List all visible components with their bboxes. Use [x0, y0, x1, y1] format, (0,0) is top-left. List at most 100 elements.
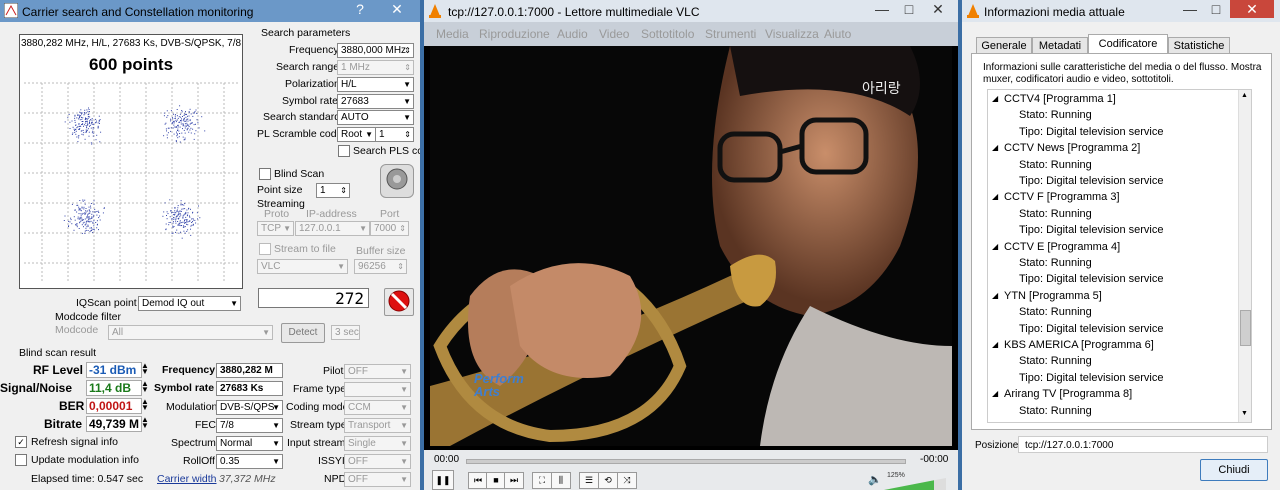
- expand-arrow-icon[interactable]: ◢: [992, 340, 998, 349]
- stream-target-select[interactable]: VLC ▼: [257, 259, 348, 274]
- scan-button[interactable]: [380, 164, 414, 198]
- close-dialog-button[interactable]: Chiudi: [1200, 459, 1268, 481]
- tree-scrollbar[interactable]: ▲ ▼: [1238, 90, 1251, 422]
- menu-strumenti[interactable]: Strumenti: [705, 27, 756, 41]
- scrollbar-thumb[interactable]: [1240, 310, 1251, 346]
- position-field[interactable]: tcp://127.0.0.1:7000: [1018, 436, 1268, 453]
- pilot-select[interactable]: OFF ▼: [344, 364, 411, 379]
- speaker-icon[interactable]: 🔈: [868, 473, 882, 486]
- close-button[interactable]: ✕: [1230, 0, 1274, 18]
- refresh-signal-checkbox[interactable]: ✓: [15, 436, 27, 448]
- stream-type-select[interactable]: Transport ▼: [344, 418, 411, 433]
- tree-program-name[interactable]: CCTV News [Programma 2]: [1004, 142, 1140, 154]
- ip-select[interactable]: 127.0.0.1 ▼: [295, 221, 370, 236]
- expand-arrow-icon[interactable]: ◢: [992, 192, 998, 201]
- menu-video[interactable]: Video: [599, 27, 629, 41]
- tree-program-name[interactable]: Arirang TV [Programma 8]: [1004, 388, 1132, 400]
- loop-button[interactable]: ⟲: [598, 472, 618, 489]
- coding-mode-select[interactable]: CCM ▼: [344, 400, 411, 415]
- menu-visualizza[interactable]: Visualizza: [765, 27, 819, 41]
- maximize-button[interactable]: □: [1204, 0, 1228, 18]
- fullscreen-button[interactable]: ⛶: [532, 472, 552, 489]
- port-input[interactable]: 7000 ⇕: [370, 221, 409, 236]
- tree-program-name[interactable]: YTN [Programma 5]: [1004, 290, 1102, 302]
- npd-select[interactable]: OFF ▼: [344, 472, 411, 487]
- buffer-size-input[interactable]: 96256 ⇕: [354, 259, 407, 274]
- constellation-point: [166, 110, 168, 112]
- playlist-button[interactable]: ☰: [579, 472, 599, 489]
- spin-icon[interactable]: ▲ ▼: [141, 398, 149, 412]
- spectrum-select[interactable]: Normal ▼: [216, 436, 283, 451]
- expand-arrow-icon[interactable]: ◢: [992, 389, 998, 398]
- expand-arrow-icon[interactable]: ◢: [992, 242, 998, 251]
- tree-program-name[interactable]: CCTV F [Programma 3]: [1004, 191, 1120, 203]
- rolloff-select[interactable]: 0.35 ▼: [216, 454, 283, 469]
- polarization-select[interactable]: H/L ▼: [337, 77, 414, 92]
- frequency-input[interactable]: 3880,000 MHz ⇕: [337, 43, 414, 58]
- minimize-button[interactable]: —: [1178, 0, 1202, 18]
- update-modulation-checkbox[interactable]: [15, 454, 27, 466]
- tree-program-name[interactable]: CCTV E [Programma 4]: [1004, 241, 1120, 253]
- modulation-select[interactable]: DVB-S/QPS ▼: [216, 400, 283, 415]
- constellation-point: [189, 215, 190, 217]
- input-stream-select[interactable]: Single ▼: [344, 436, 411, 451]
- menu-audio[interactable]: Audio: [557, 27, 588, 41]
- pl-scramble-select[interactable]: Root ▼: [337, 127, 376, 142]
- search-standard-select[interactable]: AUTO ▼: [337, 110, 414, 125]
- tree-program-name[interactable]: CCTV4 [Programma 1]: [1004, 93, 1116, 105]
- detect-button[interactable]: Detect: [281, 323, 325, 343]
- menu-sottotitolo[interactable]: Sottotitolo: [641, 27, 694, 41]
- seek-bar[interactable]: [466, 459, 906, 464]
- iqscan-select[interactable]: Demod IQ out ▼: [138, 296, 241, 311]
- constellation-point: [175, 119, 177, 121]
- detect-time-select[interactable]: 3 sec: [331, 325, 360, 340]
- carrier-width-label[interactable]: Carrier width: [157, 473, 217, 485]
- next-button[interactable]: ⏭: [504, 472, 524, 489]
- search-range-input[interactable]: 1 MHz ⇕: [337, 60, 414, 75]
- expand-arrow-icon[interactable]: ◢: [992, 94, 998, 103]
- search-pls-checkbox[interactable]: [338, 145, 350, 157]
- stop-button[interactable]: ■: [486, 472, 506, 489]
- constellation-point: [82, 219, 84, 221]
- menu-riproduzione[interactable]: Riproduzione: [479, 27, 550, 41]
- menu-aiuto[interactable]: Aiuto: [824, 27, 851, 41]
- close-button[interactable]: ✕: [923, 0, 953, 18]
- tab-metadati[interactable]: Metadati: [1032, 37, 1088, 54]
- issyi-select[interactable]: OFF ▼: [344, 454, 411, 469]
- vlc-window-title: tcp://127.0.0.1:7000 - Lettore multimedi…: [448, 5, 700, 19]
- scroll-up-icon[interactable]: ▲: [1241, 92, 1248, 99]
- fec-select[interactable]: 7/8 ▼: [216, 418, 283, 433]
- tab-codificatore[interactable]: Codificatore: [1088, 34, 1168, 54]
- constellation-point: [187, 115, 188, 117]
- menu-media[interactable]: Media: [436, 27, 469, 41]
- spin-icon[interactable]: ▲ ▼: [141, 416, 149, 430]
- spin-icon[interactable]: ▲ ▼: [141, 362, 149, 376]
- extended-settings-button[interactable]: ⫼: [551, 472, 571, 489]
- maximize-button[interactable]: □: [896, 0, 922, 18]
- pause-button[interactable]: ❚❚: [432, 470, 454, 490]
- blind-scan-checkbox[interactable]: [259, 168, 271, 180]
- tab-generale[interactable]: Generale: [976, 37, 1032, 54]
- tree-program-name[interactable]: KBS AMERICA [Programma 6]: [1004, 339, 1154, 351]
- tab-statistiche[interactable]: Statistiche: [1168, 37, 1230, 54]
- spin-icon[interactable]: ▲ ▼: [141, 380, 149, 394]
- shuffle-button[interactable]: ⤨: [617, 472, 637, 489]
- frame-type-select[interactable]: ▼: [344, 382, 411, 397]
- modcode-select[interactable]: All ▼: [108, 325, 273, 340]
- previous-button[interactable]: ⏮: [468, 472, 488, 489]
- scroll-down-icon[interactable]: ▼: [1241, 410, 1248, 417]
- stop-button[interactable]: [384, 288, 414, 316]
- expand-arrow-icon[interactable]: ◢: [992, 143, 998, 152]
- minimize-button[interactable]: —: [869, 0, 895, 18]
- close-button[interactable]: ✕: [382, 0, 412, 18]
- stream-to-file-checkbox[interactable]: [259, 243, 271, 255]
- video-frame[interactable]: 아리랑 Perform Arts: [430, 46, 952, 446]
- codec-tree[interactable]: ◢ CCTV4 [Programma 1] Stato: Running Tipo: …: [987, 89, 1252, 423]
- point-size-input[interactable]: 1 ⇕: [316, 183, 350, 198]
- volume-slider[interactable]: [884, 478, 946, 490]
- help-button[interactable]: ?: [345, 0, 375, 18]
- expand-arrow-icon[interactable]: ◢: [992, 291, 998, 300]
- pl-scramble-number[interactable]: 1 ⇕: [375, 127, 414, 142]
- proto-select[interactable]: TCP ▼: [257, 221, 294, 236]
- symbol-rate-select[interactable]: 27683 ▼: [337, 94, 414, 109]
